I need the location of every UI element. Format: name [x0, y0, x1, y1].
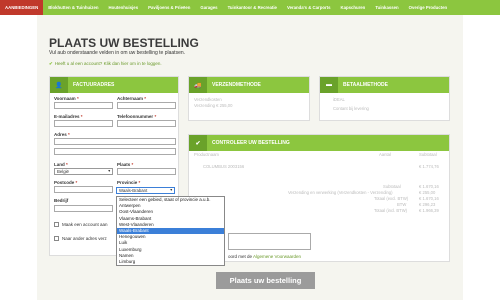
postcode-input[interactable]: [54, 186, 113, 193]
bedrijf-label: Bedrijf: [54, 198, 69, 203]
col-subtotaal: Subtotaal: [419, 152, 437, 157]
terms-text: oord met de Algemene Voorwaarden: [228, 254, 302, 259]
factuuradres-header: 👤 FACTUURADRES: [50, 77, 178, 93]
verzend-line-1: Verzendkosten: [194, 97, 222, 102]
adres-input-2[interactable]: [54, 148, 176, 155]
user-icon: 👤: [50, 77, 68, 93]
nav-item-verandas[interactable]: Veranda's & Carports: [282, 0, 336, 15]
nav-item-overige[interactable]: Overige Producten: [404, 0, 452, 15]
betaalmethode-header: ▬ BETAALMETHODE: [320, 77, 449, 93]
ander-adres-checkbox[interactable]: Naar ander adres verz: [54, 236, 107, 241]
plaats-input[interactable]: [117, 168, 176, 175]
page-title: PLAATS UW BESTELLING: [49, 36, 199, 50]
nav-item-houtenhuisjes[interactable]: Houtenhuisjes: [103, 0, 143, 15]
subtotaal-label: Subtotaal: [383, 184, 401, 189]
email-input[interactable]: [54, 120, 113, 127]
truck-icon: 🚚: [189, 77, 207, 93]
verzending-value: € 255,00: [419, 190, 436, 195]
top-nav: AANBIEDINGEN Blokhutten & Tuinhuizen Hou…: [0, 0, 500, 15]
telefoon-input[interactable]: [117, 120, 176, 127]
land-label: Land *: [54, 162, 68, 167]
postcode-label: Postcode *: [54, 180, 78, 185]
submit-order-button[interactable]: Plaats uw bestelling: [216, 272, 315, 289]
btw-label: BTW: [397, 202, 407, 207]
comment-textarea[interactable]: [228, 233, 311, 250]
voornaam-input[interactable]: [54, 102, 113, 109]
subtotaal-value: € 1.670,16: [419, 184, 439, 189]
login-link[interactable]: ✔ Heeft u al een account? Klik dan hier o…: [49, 61, 162, 67]
col-productnaam: Productnaam: [194, 152, 219, 157]
incl-value: € 1.966,39: [419, 208, 439, 213]
nav-item-tuinkassen[interactable]: Tuinkassen: [370, 0, 403, 15]
betaal-option-contant[interactable]: Contant bij levering: [333, 106, 369, 111]
achternaam-label: Achternaam *: [117, 96, 147, 101]
plaats-label: Plaats *: [117, 162, 134, 167]
excl-label: Totaal (excl. BTW): [374, 196, 409, 201]
achternaam-input[interactable]: [117, 102, 176, 109]
nav-item-kapschuren[interactable]: Kapschuren: [335, 0, 370, 15]
nav-item-blokhutten[interactable]: Blokhutten & Tuinhuizen: [43, 0, 103, 15]
controleer-header: ✔ CONTROLEER UW BESTELLING: [189, 135, 449, 151]
nav-item-aanbiedingen[interactable]: AANBIEDINGEN: [0, 0, 44, 15]
provincie-select[interactable]: Waals-Brabant ▼: [116, 187, 175, 194]
verzending-label: Verzending en verwerking (Verzendkosten …: [288, 190, 393, 195]
terms-link[interactable]: Algemene Voorwaarden: [253, 254, 301, 259]
check-icon: ✔: [189, 135, 207, 151]
product-name: COLUMBUS 2003156: [203, 164, 245, 169]
dropdown-option[interactable]: Limburg: [117, 259, 224, 265]
verzend-line-2: Verzending € 255,00: [194, 103, 233, 108]
check-icon: ✔: [49, 61, 53, 66]
provincie-label: Provincie *: [117, 180, 141, 185]
nav-item-garages[interactable]: Garages: [195, 0, 222, 15]
page-subtitle: Vul aub onderstaande velden in om uw bes…: [49, 50, 186, 56]
adres-input-1[interactable]: [54, 138, 176, 145]
maak-account-checkbox[interactable]: Maak een account aan: [54, 222, 108, 227]
incl-label: Totaal (incl. BTW): [374, 208, 408, 213]
credit-card-icon: ▬: [320, 77, 338, 93]
excl-value: € 1.670,16: [419, 196, 439, 201]
adres-label: Adres *: [54, 132, 70, 137]
land-select[interactable]: België ▼: [54, 168, 113, 175]
bedrijf-input[interactable]: [54, 205, 113, 212]
betaal-option-ideal[interactable]: iDEAL: [333, 97, 345, 102]
login-link-text: Heeft u al een account? Klik dan hier om…: [54, 61, 162, 66]
provincie-dropdown-list: Selecteer een gebied, staat of provincie…: [116, 196, 225, 267]
btw-value: € 296,23: [419, 202, 436, 207]
product-price: € 1.774,76: [419, 164, 439, 169]
nav-item-paviljoens[interactable]: Paviljoens & Prieëen: [143, 0, 195, 15]
factuuradres-title: FACTUURADRES: [73, 82, 115, 88]
chevron-down-icon: ▼: [169, 188, 173, 192]
chevron-down-icon: ▼: [107, 169, 111, 173]
email-label: E-mailadres *: [54, 114, 83, 119]
nav-item-tuinkantoor[interactable]: Tuinkantoor & Recreatie: [223, 0, 282, 15]
telefoon-label: Telefoonnummer *: [117, 114, 157, 119]
voornaam-label: Voornaam *: [54, 96, 79, 101]
verzendmethode-header: 🚚 VERZENDMETHODE: [189, 77, 309, 93]
col-aantal: Aantal: [379, 152, 391, 157]
